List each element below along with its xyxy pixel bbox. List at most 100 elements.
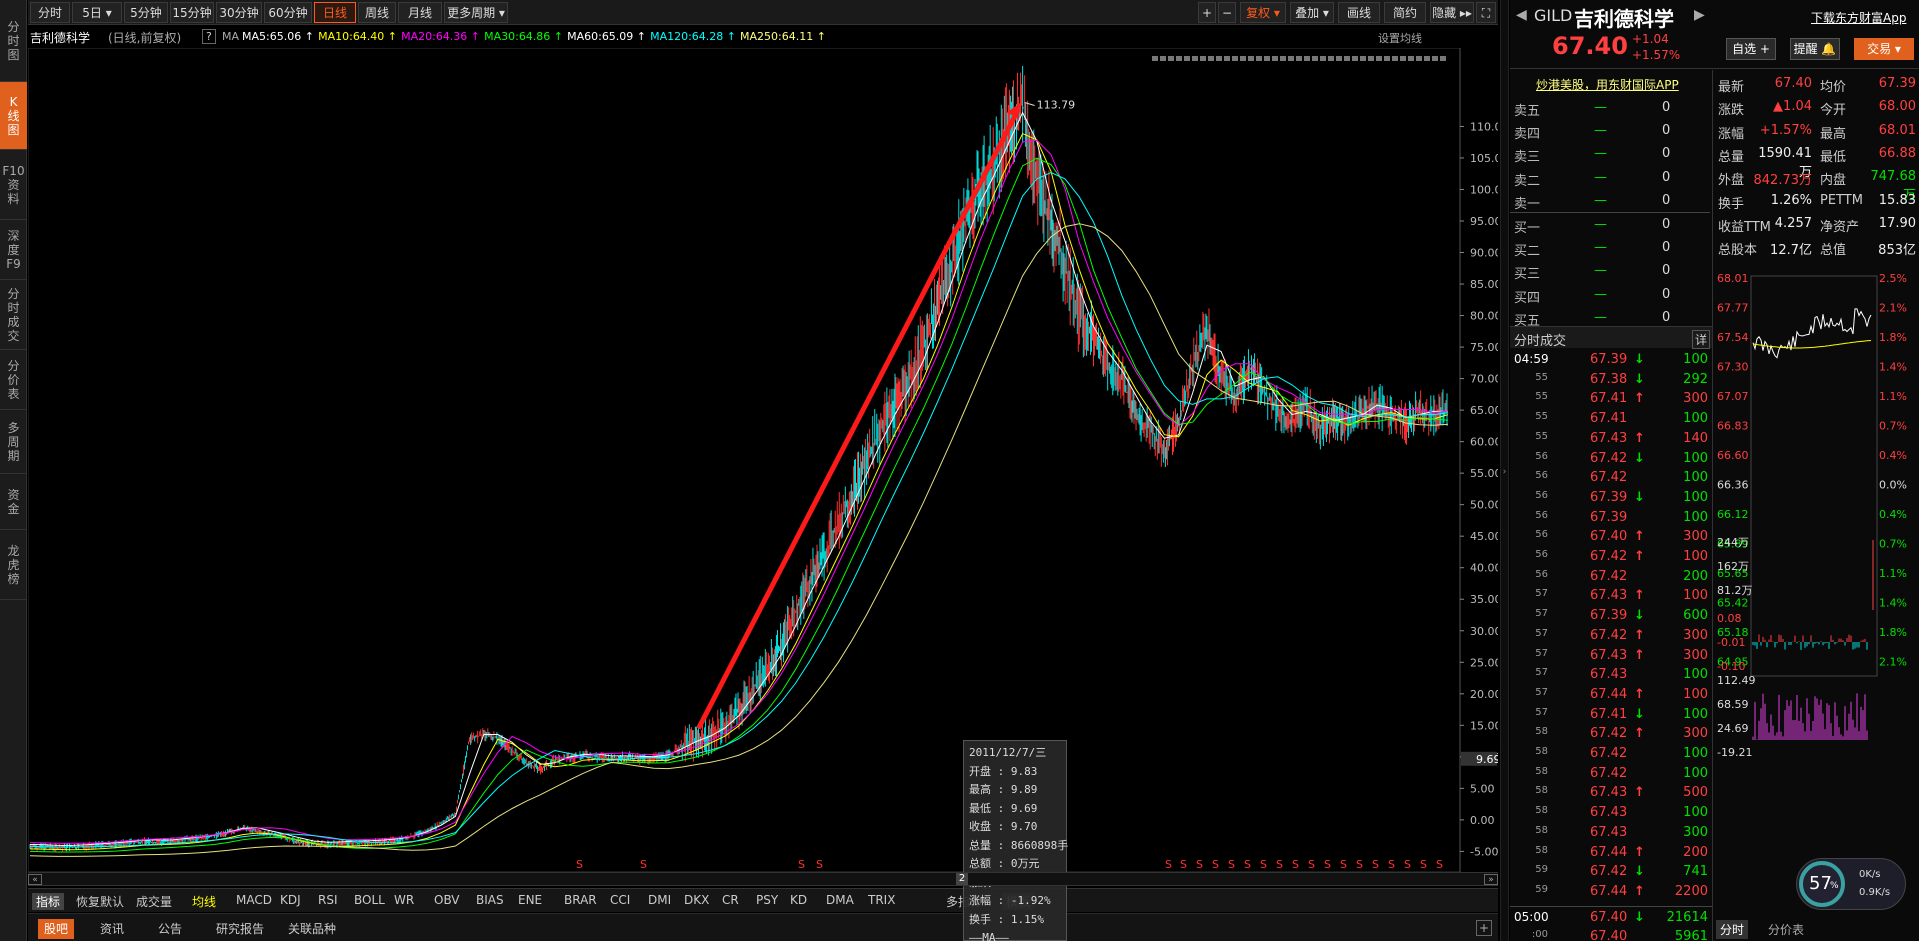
period-button-3[interactable]: 15分钟 [170,2,214,23]
event-marker[interactable] [1360,56,1366,61]
footer-tab-2[interactable]: 公告 [152,919,188,939]
event-marker[interactable] [1152,56,1158,61]
event-marker[interactable] [1392,56,1398,61]
event-marker[interactable] [1424,56,1430,61]
period-button-4[interactable]: 30分钟 [216,2,262,23]
sidebar-tab-8[interactable]: 龙虎榜 [0,530,27,600]
next-stock-icon[interactable]: ▶ [1694,7,1705,23]
event-marker[interactable] [1208,56,1214,61]
period-button-7[interactable]: 周线 [358,2,396,23]
event-marker[interactable] [1416,56,1422,61]
event-marker[interactable] [1176,56,1182,61]
indicator-tab-12[interactable]: CCI [610,893,630,907]
sidebar-tab-0[interactable]: 分时图 [0,0,27,82]
indicator-tab-8[interactable]: OBV [434,893,460,907]
indicator-tab-5[interactable]: RSI [318,893,338,907]
event-marker[interactable] [1312,56,1318,61]
ma-settings-button[interactable]: 设置均线 [1378,30,1422,46]
prev-stock-icon[interactable]: ◀ [1516,7,1527,23]
event-marker[interactable] [1264,56,1270,61]
toolbar-right-button-5[interactable]: 简约 [1384,2,1426,23]
event-marker[interactable] [1256,56,1262,61]
event-marker[interactable] [1408,56,1414,61]
indicator-tab-17[interactable]: KD [790,893,807,907]
add-panel-icon[interactable]: + [1476,920,1492,936]
event-marker[interactable] [1328,56,1334,61]
footer-tab-1[interactable]: 资讯 [94,919,130,939]
indicator-tab-0[interactable]: 恢复默认 [76,893,124,910]
trade-button[interactable]: 交易 ▾ [1854,38,1914,60]
event-marker[interactable] [1240,56,1246,61]
event-marker[interactable] [1160,56,1166,61]
event-marker[interactable] [1344,56,1350,61]
sidebar-tab-2[interactable]: F10 资料 [0,150,27,220]
network-speed-widget[interactable]: 57% 0K/s 0.9K/s [1796,858,1906,910]
period-button-2[interactable]: 5分钟 [124,2,168,23]
toolbar-right-button-1[interactable]: − [1218,2,1236,23]
indicator-tab-16[interactable]: PSY [756,893,778,907]
indicator-tab-6[interactable]: BOLL [354,893,385,907]
footer-tab-0[interactable]: 股吧 [38,919,75,939]
dividend-marker[interactable]: S [1388,858,1395,871]
event-marker[interactable] [1248,56,1254,61]
event-marker[interactable] [1352,56,1358,61]
event-marker[interactable] [1232,56,1238,61]
alert-button[interactable]: 提醒 🔔 [1790,38,1840,60]
period-button-1[interactable]: 5日 ▾ [72,2,122,23]
mini-tab-1[interactable]: 分价表 [1764,920,1808,939]
chart-scrollbar[interactable]: « » 2 [28,872,1498,886]
event-marker[interactable] [1184,56,1190,61]
dividend-marker[interactable]: S [1292,858,1299,871]
dividend-marker[interactable]: S [1340,858,1347,871]
event-marker[interactable] [1288,56,1294,61]
scroll-left-icon[interactable]: « [28,874,42,885]
dividend-marker[interactable]: S [1196,858,1203,871]
indicator-tab-7[interactable]: WR [394,893,414,907]
dividend-marker[interactable]: S [1372,858,1379,871]
event-marker[interactable] [1296,56,1302,61]
dividend-marker[interactable]: S [1180,858,1187,871]
toolbar-right-button-4[interactable]: 画线 [1338,2,1380,23]
dividend-marker[interactable]: S [1228,858,1235,871]
add-watchlist-button[interactable]: 自选 + [1726,38,1776,60]
dividend-marker[interactable]: S [1324,858,1331,871]
event-marker[interactable] [1432,56,1438,61]
event-marker[interactable] [1440,56,1446,61]
fullscreen-icon[interactable]: ⛶ [1476,2,1496,23]
sidebar-tab-6[interactable]: 多周期 [0,410,27,474]
help-icon[interactable]: ? [202,29,216,44]
dividend-marker[interactable]: S [1308,858,1315,871]
indicator-tab-11[interactable]: BRAR [564,893,597,907]
indicator-tab-4[interactable]: KDJ [280,893,301,907]
sidebar-tab-1[interactable]: K线图 [0,82,27,150]
dividend-marker[interactable]: S [1420,858,1427,871]
event-marker[interactable] [1320,56,1326,61]
sidebar-tab-5[interactable]: 分价表 [0,350,27,410]
indicator-tab-9[interactable]: BIAS [476,893,504,907]
event-marker[interactable] [1224,56,1230,61]
sidebar-tab-3[interactable]: 深度 F9 [0,220,27,280]
download-app-link[interactable]: 下载东方财富App [1811,9,1906,26]
indicator-label[interactable]: 指标 [32,893,65,910]
kline-chart[interactable]: 110.00 105.00 100.00 95.00 90.00 85.00 80.00 75… [28,48,1498,872]
period-button-8[interactable]: 月线 [398,2,442,23]
mini-intraday-chart[interactable]: 68.01 2.5% 67.77 2.1% 67.54 1.8% 67.30 1.4% 67.0… [1713,270,1919,910]
event-marker[interactable] [1400,56,1406,61]
dividend-marker[interactable]: S [1260,858,1267,871]
collapse-arrow-icon[interactable]: › [1500,462,1509,482]
footer-tab-3[interactable]: 研究报告 [210,919,270,939]
event-marker[interactable] [1336,56,1342,61]
event-marker[interactable] [1200,56,1206,61]
toolbar-right-button-6[interactable]: 隐藏 ▸▸ [1430,2,1474,23]
event-marker[interactable] [1304,56,1310,61]
footer-tab-4[interactable]: 关联品种 [282,919,342,939]
indicator-tab-3[interactable]: MACD [236,893,272,907]
toolbar-right-button-0[interactable]: + [1198,2,1216,23]
period-button-0[interactable]: 分时 [30,2,70,23]
period-button-6[interactable]: 日线 [314,2,356,23]
dividend-marker[interactable]: S [576,858,583,871]
event-marker[interactable] [1368,56,1374,61]
dividend-marker[interactable]: S [1212,858,1219,871]
event-marker[interactable] [1376,56,1382,61]
indicator-tab-1[interactable]: 成交量 [136,893,172,910]
